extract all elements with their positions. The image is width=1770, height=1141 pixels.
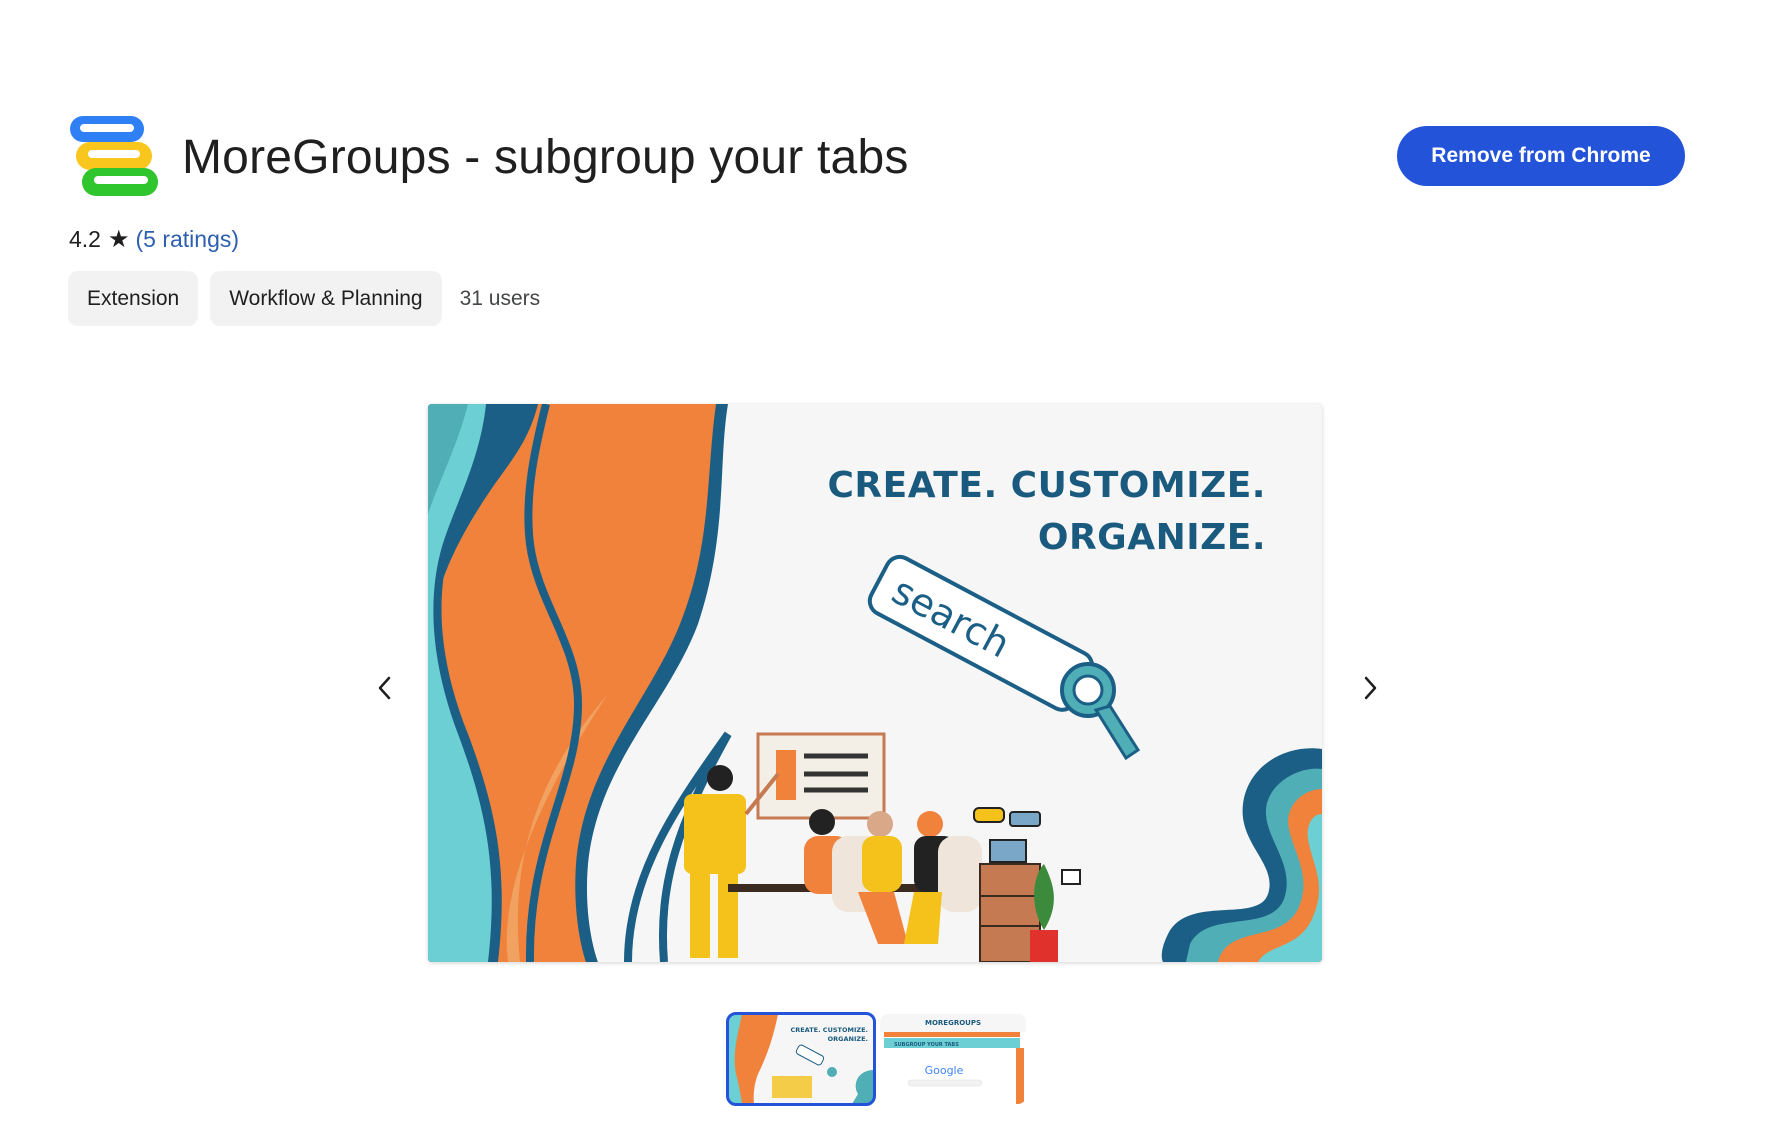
chevron-left-icon: [378, 676, 391, 700]
carousel-next-button[interactable]: [1350, 668, 1390, 708]
moregroups-logo-icon: [68, 112, 160, 202]
thumbnail-2-subtitle: SUBGROUP YOUR TABS: [894, 1042, 959, 1048]
slide-headline-line2: ORGANIZE.: [1037, 517, 1266, 558]
remove-from-chrome-button[interactable]: Remove from Chrome: [1397, 126, 1685, 186]
category-chips: Extension Workflow & Planning 31 users: [68, 271, 540, 326]
thumbnail-1-image: CREATE. CUSTOMIZE. ORGANIZE.: [728, 1014, 874, 1104]
thumbnail-2-title: MOREGROUPS: [925, 1019, 981, 1027]
thumbnail-1-line1: CREATE. CUSTOMIZE.: [790, 1026, 868, 1034]
thumbnail-2[interactable]: MOREGROUPS SUBGROUP YOUR TABS Google: [880, 1014, 1026, 1104]
thumbnail-2-image: MOREGROUPS SUBGROUP YOUR TABS Google: [880, 1014, 1026, 1104]
screenshot-thumbnails: CREATE. CUSTOMIZE. ORGANIZE. MOREGROUPS …: [726, 1012, 1032, 1106]
extension-header: MoreGroups - subgroup your tabs: [68, 112, 909, 202]
rating-value: 4.2: [69, 226, 101, 252]
ratings-link[interactable]: (5 ratings): [136, 226, 240, 253]
chip-extension[interactable]: Extension: [68, 271, 199, 326]
chevron-right-icon: [1364, 676, 1377, 700]
user-count: 31 users: [459, 286, 541, 310]
rating-row: 4.2 ★ (5 ratings): [69, 226, 239, 253]
thumbnail-1[interactable]: CREATE. CUSTOMIZE. ORGANIZE.: [726, 1012, 876, 1106]
star-icon: ★: [107, 225, 130, 253]
thumbnail-1-line2: ORGANIZE.: [828, 1035, 868, 1043]
extension-title: MoreGroups - subgroup your tabs: [182, 130, 909, 184]
screenshot-slide[interactable]: search CREATE. CUSTOMIZE. ORGANIZE.: [428, 404, 1322, 962]
chip-workflow-planning[interactable]: Workflow & Planning: [210, 271, 442, 326]
carousel-prev-button[interactable]: [365, 668, 405, 708]
thumbnail-2-google: Google: [925, 1064, 964, 1077]
slide-headline: CREATE. CUSTOMIZE. ORGANIZE.: [828, 460, 1267, 564]
slide-headline-line1: CREATE. CUSTOMIZE.: [827, 465, 1266, 506]
